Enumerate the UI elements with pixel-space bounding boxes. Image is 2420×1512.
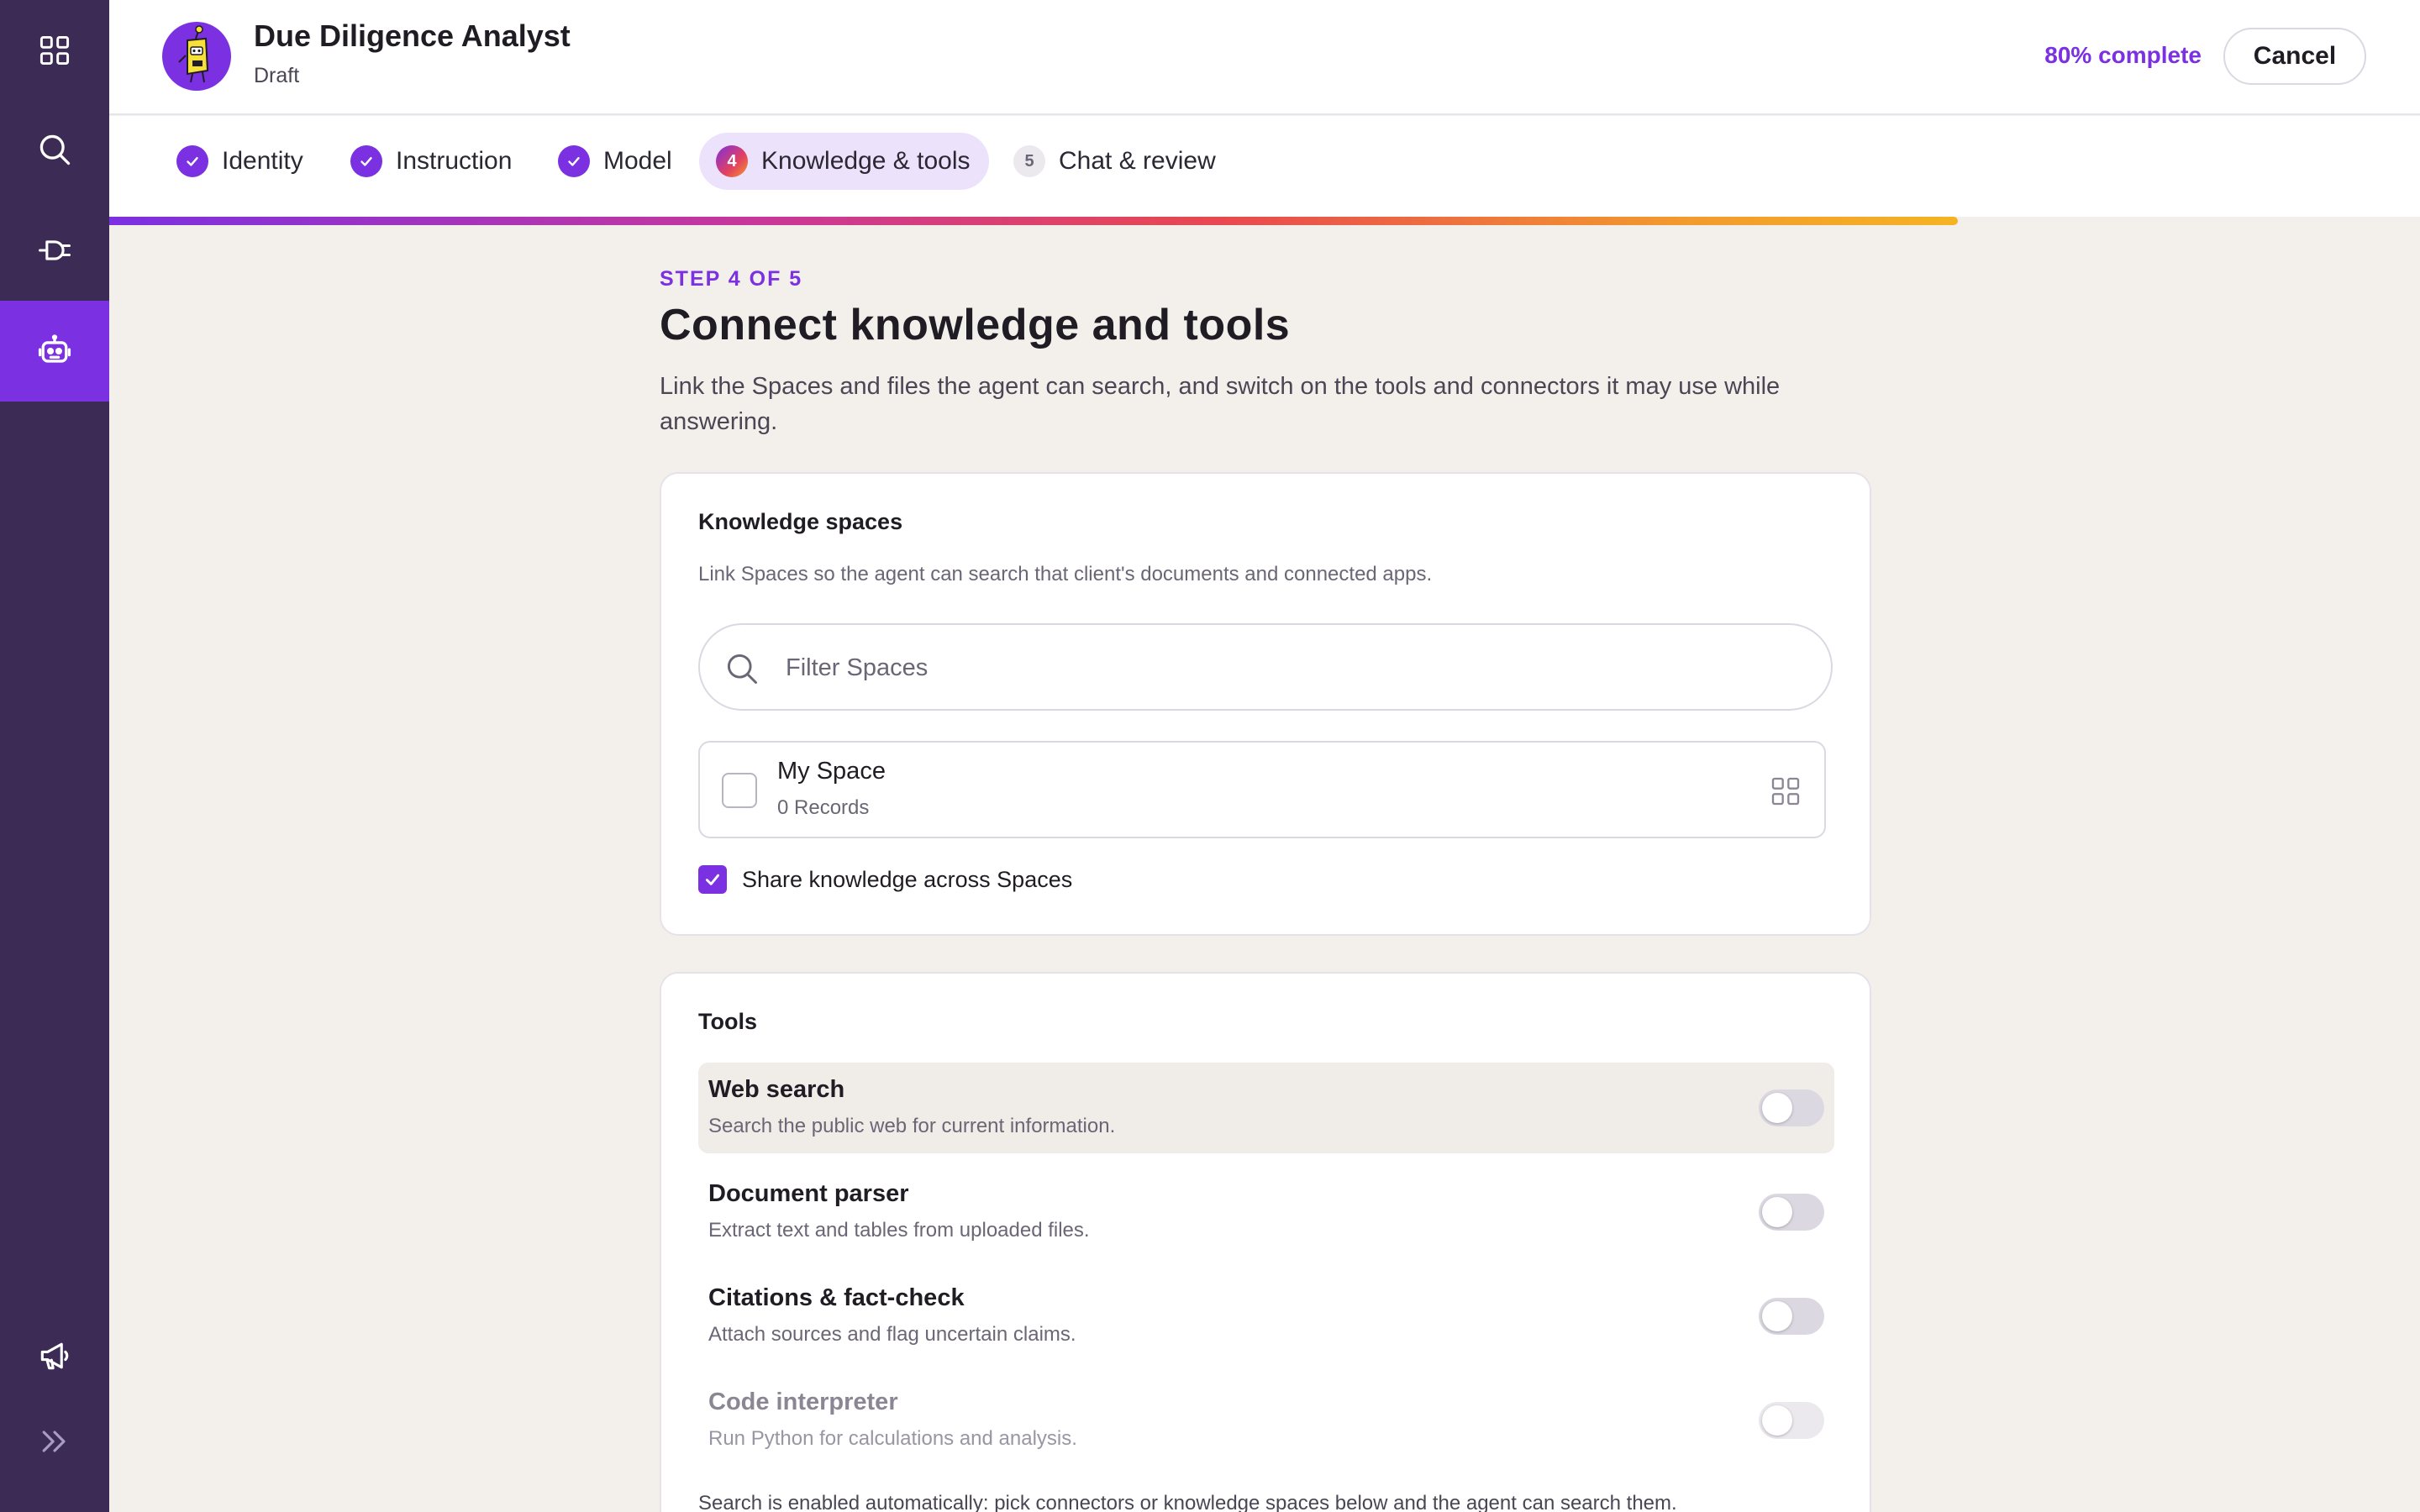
connector-plug-icon — [39, 240, 71, 260]
tool-description: Attach sources and flag uncertain claims… — [708, 1323, 1076, 1346]
sidebar-agents-button[interactable] — [0, 301, 109, 402]
web-search-toggle[interactable] — [1759, 1089, 1824, 1126]
apps-grid-icon — [39, 35, 70, 66]
agent-status: Draft — [254, 64, 300, 87]
filter-spaces-field[interactable] — [698, 623, 1833, 711]
space-name: My Space — [777, 758, 886, 785]
step-label: Chat & review — [1059, 147, 1216, 175]
tool-name: Document parser — [708, 1180, 909, 1207]
step-model[interactable]: Model — [541, 133, 691, 190]
tool-name: Web search — [708, 1076, 845, 1103]
tool-row-web-search[interactable]: Web search Search the public web for cur… — [698, 1063, 1834, 1153]
sidebar-expand-button[interactable] — [0, 1391, 109, 1492]
tools-card: Tools Web search Search the public web f… — [660, 972, 1871, 1512]
wizard-stepper: Identity Instruction Model 4 Knowledge &… — [109, 116, 2420, 225]
toggle-knob — [1762, 1405, 1792, 1436]
tool-row-code-interpreter: Code interpreter Run Python for calculat… — [698, 1375, 1834, 1466]
agent-avatar — [162, 22, 231, 91]
sidebar-connectors-button[interactable] — [0, 200, 109, 301]
search-icon — [39, 134, 71, 165]
knowledge-spaces-card: Knowledge spaces Link Spaces so the agen… — [660, 472, 1871, 936]
share-knowledge-checkbox[interactable] — [698, 865, 727, 894]
search-icon — [727, 654, 757, 684]
tool-row-document-parser[interactable]: Document parser Extract text and tables … — [698, 1167, 1834, 1257]
step-label: Identity — [222, 147, 303, 175]
robot-icon — [38, 334, 71, 363]
cancel-button[interactable]: Cancel — [2223, 28, 2366, 85]
share-knowledge-label: Share knowledge across Spaces — [742, 866, 1073, 892]
check-icon — [558, 145, 590, 177]
step-label: Instruction — [396, 147, 513, 175]
toggle-knob — [1762, 1093, 1792, 1123]
step-label: Knowledge & tools — [761, 147, 971, 175]
step-number: 5 — [1013, 145, 1045, 177]
megaphone-icon — [40, 1342, 69, 1370]
code-interpreter-toggle — [1759, 1402, 1824, 1439]
step-label: Model — [603, 147, 672, 175]
tool-description: Search the public web for current inform… — [708, 1115, 1116, 1137]
expand-chevrons-icon — [42, 1431, 66, 1452]
sidebar-search-button[interactable] — [0, 99, 109, 200]
knowledge-spaces-description: Link Spaces so the agent can search that… — [698, 563, 1433, 585]
header: Due Diligence Analyst Draft 80% complete… — [109, 0, 2420, 115]
space-grid-icon — [1771, 777, 1800, 806]
knowledge-spaces-title: Knowledge spaces — [698, 509, 903, 534]
space-record-count: 0 Records — [777, 796, 870, 819]
tool-description: Extract text and tables from uploaded fi… — [708, 1219, 1090, 1242]
step-instruction[interactable]: Instruction — [334, 133, 530, 190]
step-chat-review[interactable]: 5 Chat & review — [997, 133, 1234, 190]
page-description: Link the Spaces and files the agent can … — [660, 373, 1781, 435]
progress-bar-fill — [109, 217, 1958, 225]
check-icon — [350, 145, 382, 177]
tool-name: Citations & fact-check — [708, 1284, 965, 1311]
sidebar — [0, 0, 109, 1512]
agent-mascot-icon — [178, 25, 209, 83]
toggle-knob — [1762, 1197, 1792, 1227]
agent-title: Due Diligence Analyst — [254, 18, 571, 53]
progress-label: 80% complete — [2044, 42, 2202, 68]
step-heading: STEP 4 OF 5 Connect knowledge and tools … — [660, 267, 1870, 439]
space-item-my-space[interactable]: My Space 0 Records — [698, 741, 1826, 838]
sidebar-apps-button[interactable] — [0, 0, 109, 101]
step-number: 4 — [716, 145, 748, 177]
checkmark-icon — [705, 874, 720, 885]
document-parser-toggle[interactable] — [1759, 1194, 1824, 1231]
tool-description: Run Python for calculations and analysis… — [708, 1427, 1077, 1450]
progress-bar — [109, 217, 2420, 225]
tool-row-citations[interactable]: Citations & fact-check Attach sources an… — [698, 1271, 1834, 1362]
filter-spaces-input[interactable] — [786, 642, 1794, 694]
tool-name: Code interpreter — [708, 1389, 898, 1415]
tools-title: Tools — [698, 1009, 757, 1034]
space-checkbox[interactable] — [722, 773, 757, 808]
page-title: Connect knowledge and tools — [660, 301, 1291, 349]
citations-toggle[interactable] — [1759, 1298, 1824, 1335]
tools-footnote: Search is enabled automatically: pick co… — [698, 1492, 1677, 1512]
check-icon — [176, 145, 208, 177]
toggle-knob — [1762, 1301, 1792, 1331]
step-identity[interactable]: Identity — [160, 133, 322, 190]
step-knowledge-tools[interactable]: 4 Knowledge & tools — [699, 133, 989, 190]
share-knowledge-option[interactable]: Share knowledge across Spaces — [698, 865, 1072, 894]
step-eyebrow: STEP 4 OF 5 — [660, 267, 803, 291]
